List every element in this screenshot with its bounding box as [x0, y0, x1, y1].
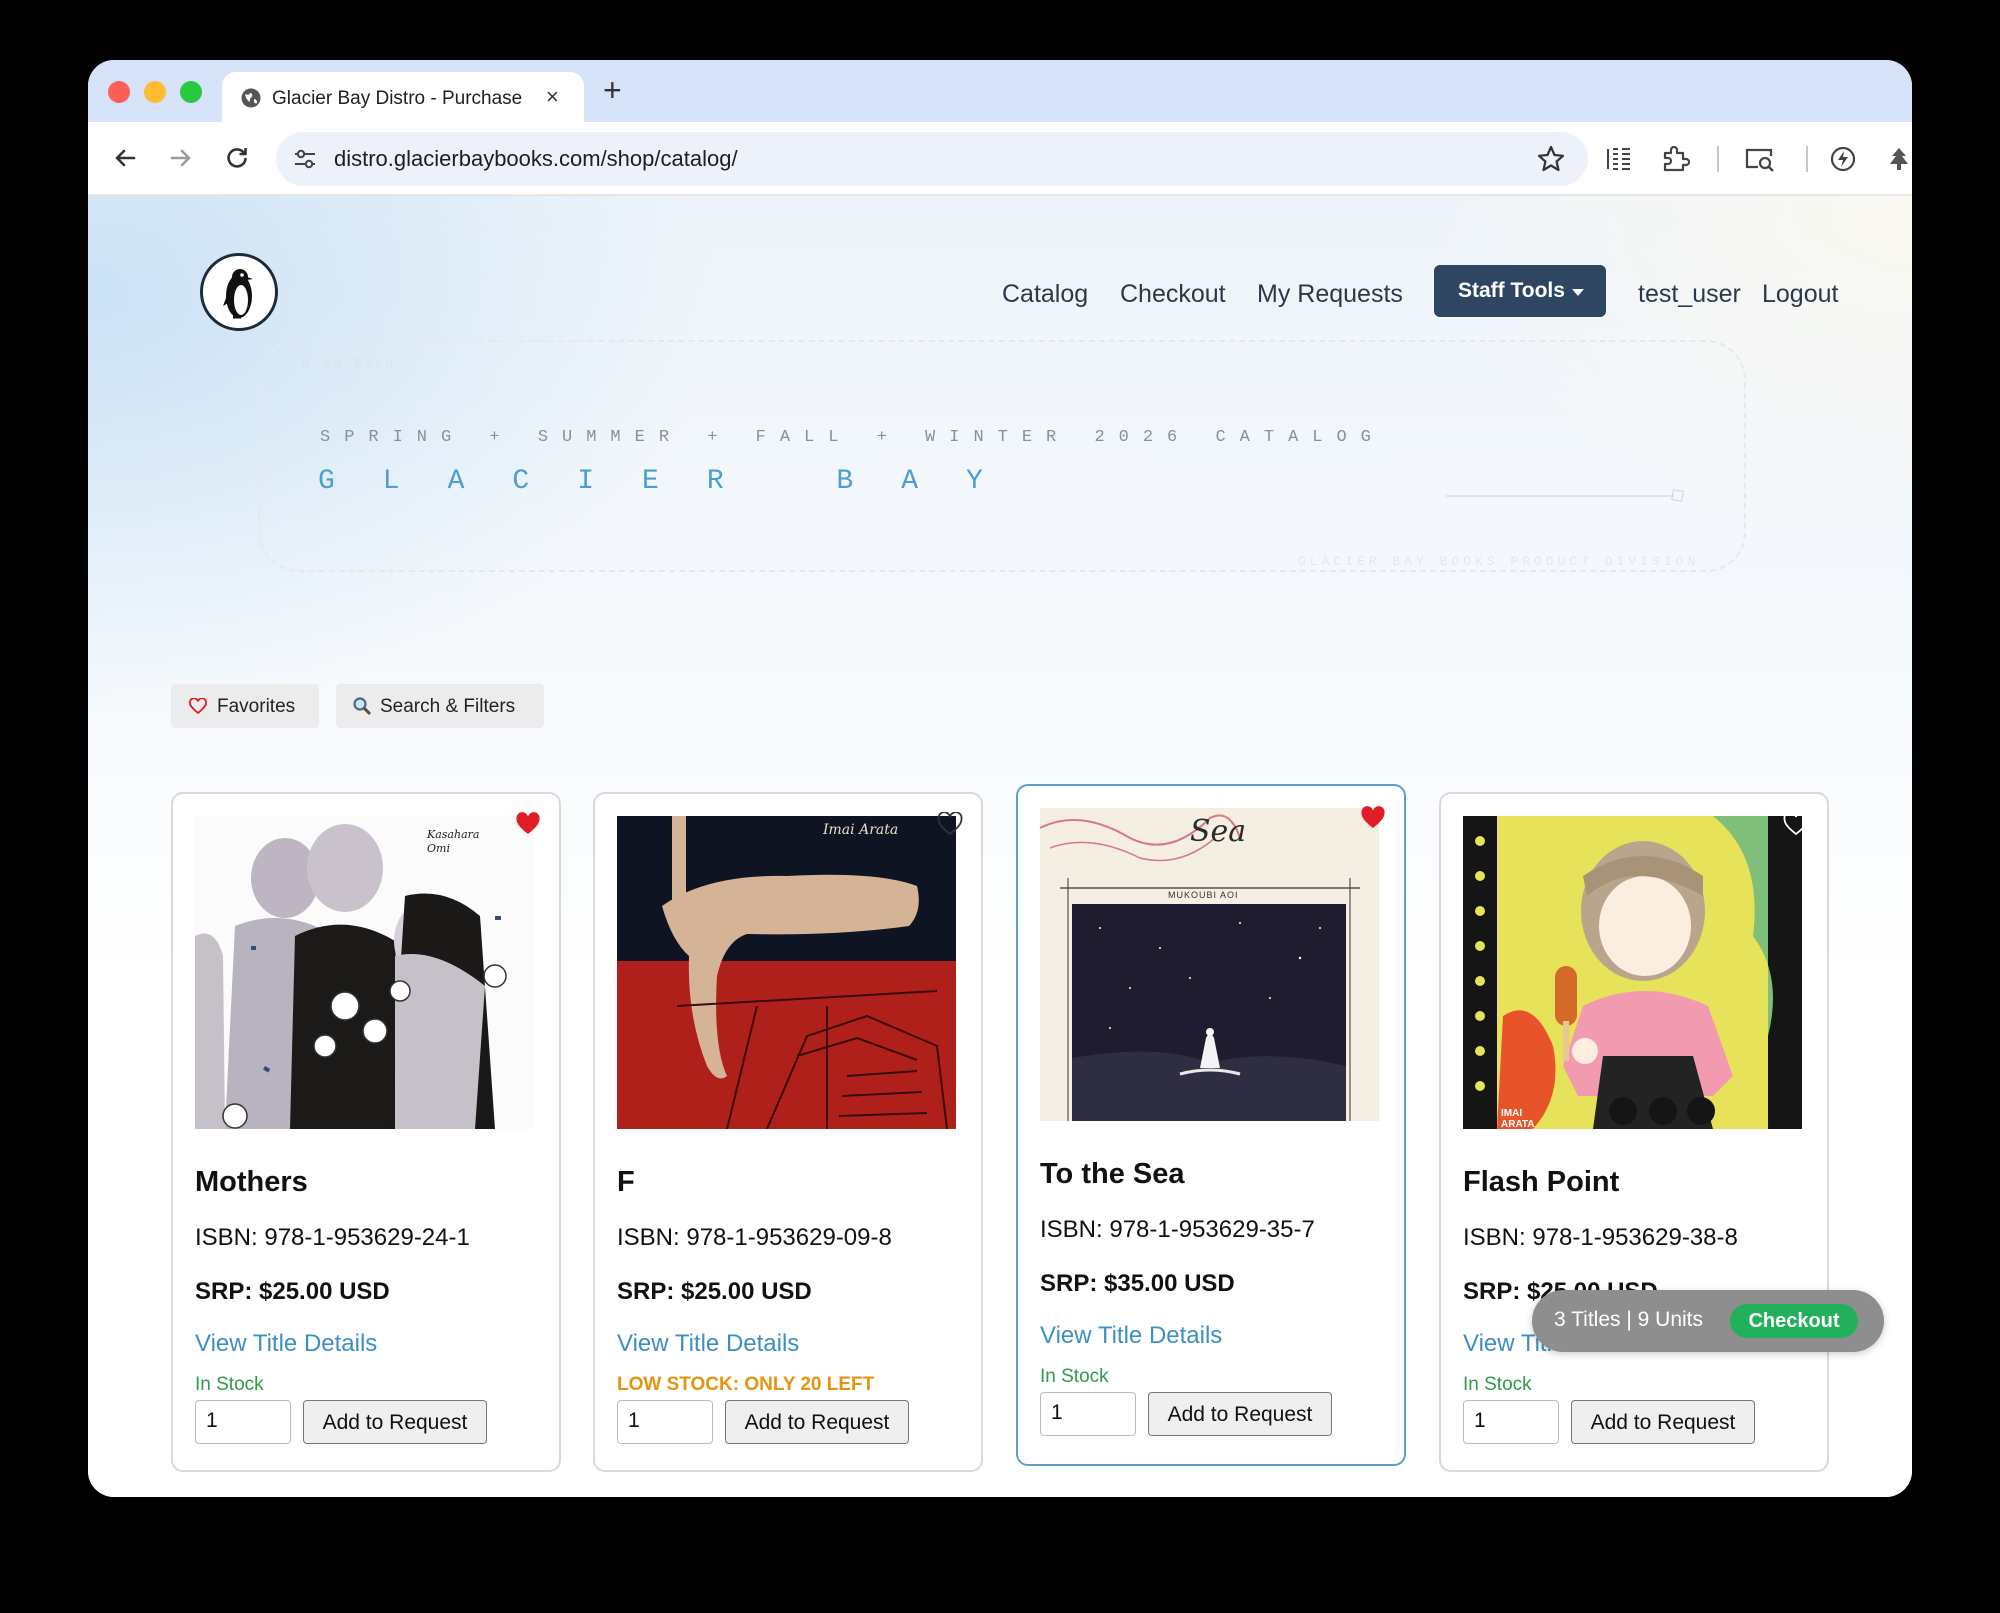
staff-tools-label: Staff Tools [1458, 279, 1565, 302]
staff-tools-dropdown[interactable]: Staff Tools [1434, 265, 1606, 317]
bookmark-star-icon[interactable] [1536, 144, 1566, 174]
book-srp: SRP: $25.00 USD [617, 1278, 812, 1305]
book-card: Sea MUKOUBI AOI To the Sea ISBN: 978-1-9… [1016, 784, 1406, 1466]
cart-checkout-label: Checkout [1748, 1310, 1840, 1332]
reload-icon[interactable] [222, 143, 252, 173]
book-cover-image[interactable]: Kasahara Omi [195, 816, 534, 1129]
maximize-window-button[interactable] [180, 81, 202, 103]
view-title-details-link[interactable]: View Title Details [617, 1330, 799, 1358]
cover-author-text: IMAI ARATA [1501, 1108, 1535, 1129]
favorites-button[interactable]: Favorites [171, 684, 319, 728]
add-to-request-label: Add to Request [1167, 1403, 1313, 1426]
browser-window: Glacier Bay Distro - Purchase × + distro… [88, 60, 1912, 1497]
book-isbn: ISBN: 978-1-953629-09-8 [617, 1224, 892, 1251]
stock-status: In Stock [195, 1374, 264, 1395]
profile-avatar-icon[interactable] [1884, 144, 1912, 174]
minimize-window-button[interactable] [144, 81, 166, 103]
add-to-request-label: Add to Request [322, 1411, 468, 1434]
nav-checkout[interactable]: Checkout [1120, 280, 1226, 309]
magnifier-icon [353, 697, 372, 716]
book-cover-image[interactable]: Imai Arata [617, 816, 956, 1129]
nav-my-requests[interactable]: My Requests [1257, 280, 1403, 309]
tab-close-icon[interactable]: × [546, 83, 559, 111]
cart-summary-text: 3 Titles | 9 Units [1554, 1308, 1704, 1331]
quantity-input[interactable]: 1 [617, 1400, 713, 1444]
stock-status: In Stock [1463, 1374, 1532, 1395]
book-cover-image[interactable]: Sea MUKOUBI AOI [1040, 808, 1379, 1121]
heart-outline-icon [189, 698, 207, 714]
book-card: Kasahara Omi Mothers ISBN: 978-1-953629-… [171, 792, 561, 1472]
add-to-request-button[interactable]: Add to Request [1148, 1392, 1332, 1436]
tab-search-icon[interactable] [1744, 144, 1776, 174]
season-label: SPRING + SUMMER + FALL + WINTER 2026 CAT… [320, 428, 1385, 447]
cart-checkout-button[interactable]: Checkout [1730, 1304, 1858, 1338]
page-content: Catalog Checkout My Requests Staff Tools… [88, 196, 1912, 1497]
caret-down-icon [1572, 289, 1584, 296]
division-label: GLACIER BAY BOOKS PRODUCT DIVISION [1298, 554, 1700, 569]
book-card: IMAI ARATA Flash Point ISBN: 978-1-95362… [1439, 792, 1829, 1472]
stock-status: In Stock [1040, 1366, 1109, 1387]
add-to-request-button[interactable]: Add to Request [725, 1400, 909, 1444]
add-to-request-label: Add to Request [1590, 1411, 1736, 1434]
performance-icon[interactable] [1828, 144, 1858, 174]
url-text[interactable]: distro.glacierbaybooks.com/shop/catalog/ [334, 146, 738, 172]
heart-outline-icon[interactable] [1783, 812, 1809, 836]
site-settings-icon[interactable] [292, 146, 318, 172]
book-isbn: ISBN: 978-1-953629-38-8 [1463, 1224, 1738, 1251]
brand-wordmark: GLACIER BAY [318, 466, 1031, 497]
tab-title: Glacier Bay Distro - Purchase [272, 88, 523, 109]
extensions-puzzle-icon[interactable] [1660, 144, 1690, 174]
heart-filled-icon[interactable] [1360, 806, 1386, 830]
quantity-input[interactable]: 1 [195, 1400, 291, 1444]
cover-author-text: Imai Arata [823, 822, 899, 838]
search-filters-button[interactable]: Search & Filters [336, 684, 544, 728]
reading-mode-icon[interactable] [1604, 144, 1634, 174]
cover-author-text: MUKOUBI AOI [1168, 890, 1239, 900]
nav-logout[interactable]: Logout [1762, 280, 1838, 309]
close-window-button[interactable] [108, 81, 130, 103]
cart-summary-bar: 3 Titles | 9 Units Checkout [1532, 1290, 1884, 1352]
book-isbn: ISBN: 978-1-953629-35-7 [1040, 1216, 1315, 1243]
penguin-logo-icon [223, 269, 253, 319]
cover-title-text: Sea [1190, 814, 1247, 849]
forward-arrow-icon[interactable] [166, 143, 196, 173]
book-title: Flash Point [1463, 1166, 1620, 1198]
book-card: Imai Arata F ISBN: 978-1-953629-09-8 SRP… [593, 792, 983, 1472]
book-title: Mothers [195, 1166, 308, 1198]
cover-author-text: Kasahara Omi [427, 828, 480, 855]
book-title: F [617, 1166, 635, 1198]
search-filters-label: Search & Filters [380, 696, 516, 717]
user-name[interactable]: test_user [1638, 280, 1741, 309]
browser-tab[interactable]: Glacier Bay Distro - Purchase × [222, 72, 584, 124]
new-tab-button[interactable]: + [603, 72, 622, 108]
globe-icon [241, 88, 261, 108]
toolbar-separator [1717, 146, 1719, 172]
back-arrow-icon[interactable] [110, 143, 140, 173]
catalog-banner [258, 340, 1746, 572]
book-isbn: ISBN: 978-1-953629-24-1 [195, 1224, 470, 1251]
version-label: 0.00.βeta [302, 356, 396, 372]
nav-catalog[interactable]: Catalog [1002, 280, 1088, 309]
banner-decorative-line [1446, 495, 1674, 497]
banner-decorative-square [1671, 489, 1684, 502]
stock-status: LOW STOCK: ONLY 20 LEFT [617, 1374, 875, 1395]
book-srp: SRP: $25.00 USD [195, 1278, 390, 1305]
view-title-details-link[interactable]: View Title Details [1040, 1322, 1222, 1350]
site-logo[interactable] [200, 253, 278, 331]
book-title: To the Sea [1040, 1158, 1185, 1190]
toolbar-separator [1806, 146, 1808, 172]
heart-outline-icon[interactable] [937, 812, 963, 836]
book-cover-image[interactable]: IMAI ARATA [1463, 816, 1802, 1129]
add-to-request-label: Add to Request [744, 1411, 890, 1434]
add-to-request-button[interactable]: Add to Request [1571, 1400, 1755, 1444]
tab-bar: Glacier Bay Distro - Purchase × + [88, 60, 1912, 124]
add-to-request-button[interactable]: Add to Request [303, 1400, 487, 1444]
view-title-details-link[interactable]: View Title Details [195, 1330, 377, 1358]
quantity-input[interactable]: 1 [1463, 1400, 1559, 1444]
quantity-input[interactable]: 1 [1040, 1392, 1136, 1436]
favorites-label: Favorites [217, 696, 296, 717]
heart-filled-icon[interactable] [515, 812, 541, 836]
book-srp: SRP: $35.00 USD [1040, 1270, 1235, 1297]
